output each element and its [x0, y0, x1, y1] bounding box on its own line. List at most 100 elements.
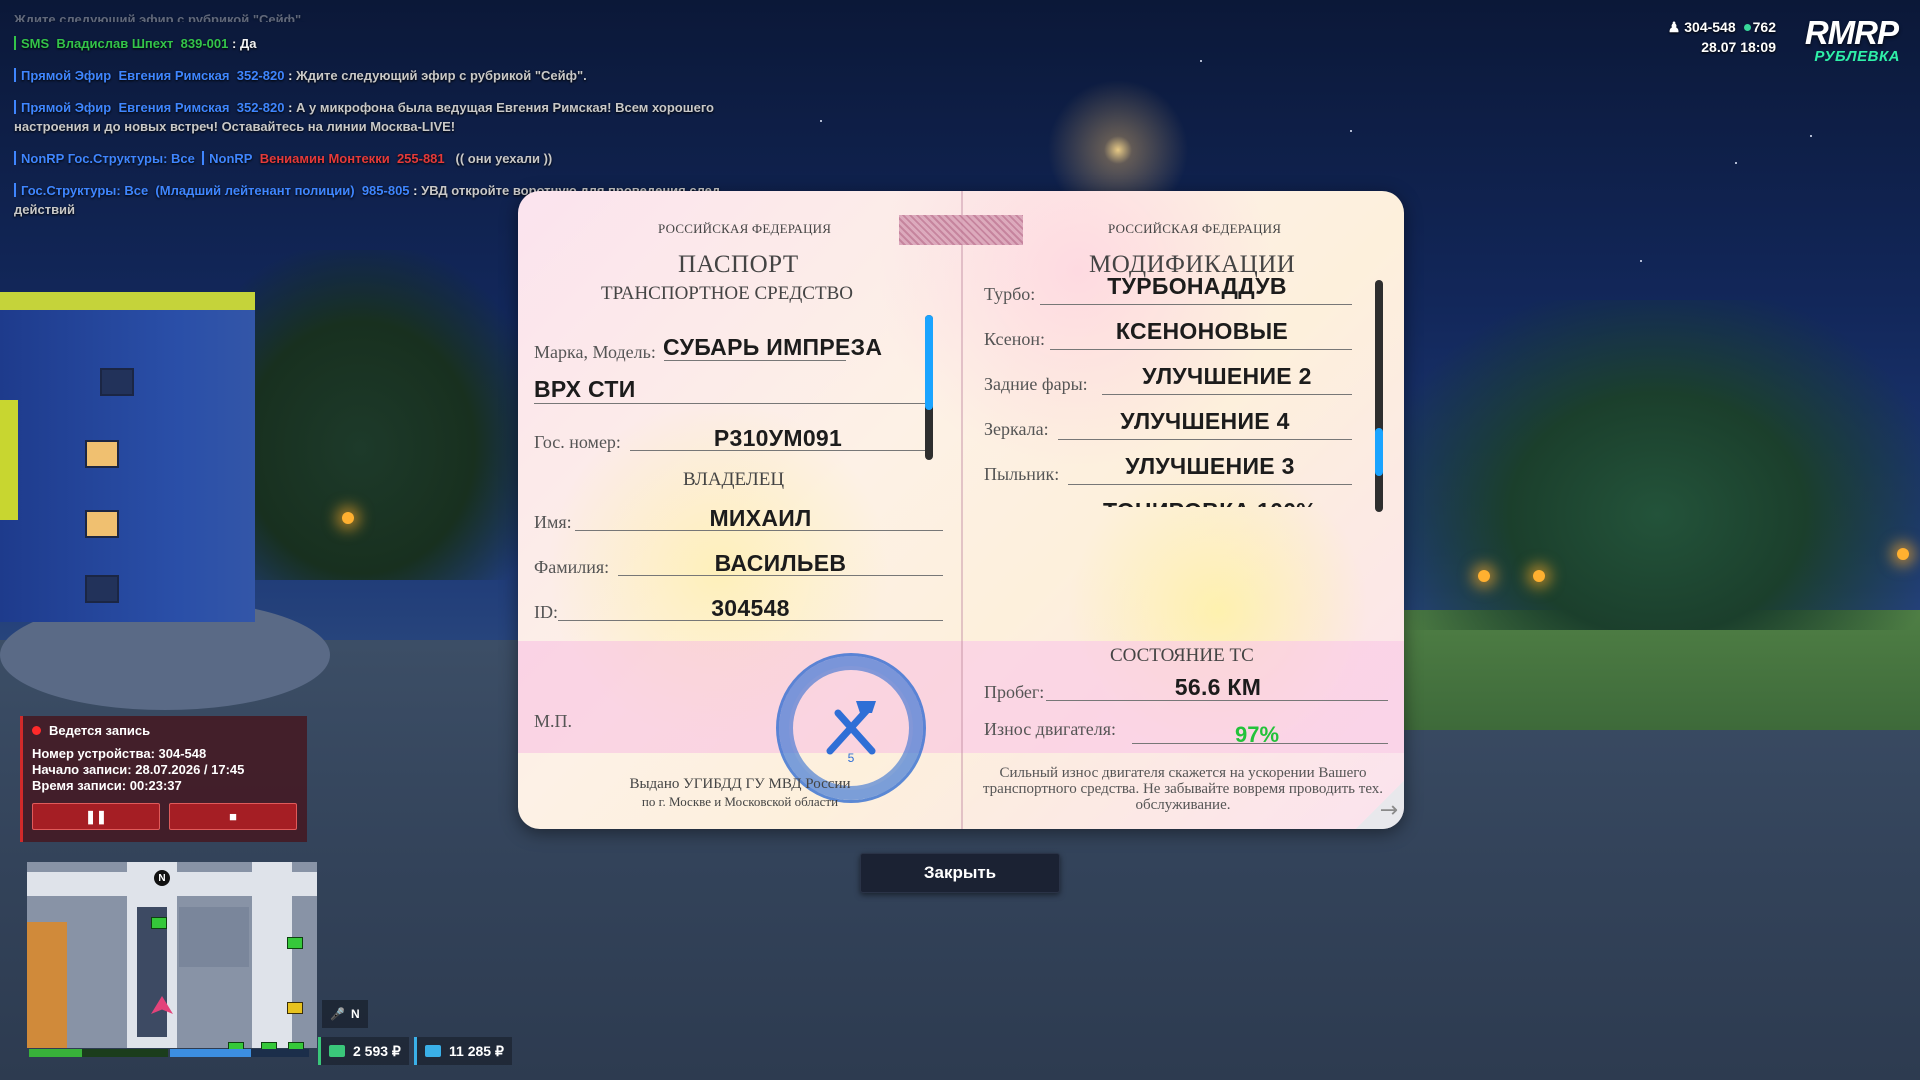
name-line: [575, 530, 943, 531]
microphone-icon: 🎤: [330, 1007, 345, 1021]
chat-number: 352-820: [236, 68, 285, 83]
recording-dot-icon: [32, 726, 41, 735]
mod-row: Т ТОНИРОВКА 100%: [984, 494, 1374, 507]
mod-label: Зеркала:: [984, 419, 1049, 439]
mod-label: Турбо:: [984, 284, 1036, 304]
right-scrollbar[interactable]: [1375, 280, 1383, 512]
mileage-line: [1046, 700, 1388, 701]
stamp-number: 5: [848, 751, 855, 763]
make-line: [664, 360, 846, 361]
chat-bar: [14, 100, 16, 114]
chat-line: Прямой Эфир Евгения Римская 352-820 : А …: [14, 100, 715, 134]
chat-line: Прямой Эфир Евгения Римская 352-820 : Жд…: [14, 66, 774, 85]
make-value: СУБАРЬ ИМПРЕЗА: [663, 334, 883, 360]
recording-time: Время записи: 00:23:37: [32, 778, 182, 793]
stop-button[interactable]: ■: [169, 803, 297, 830]
right-scrollbar-thumb[interactable]: [1375, 428, 1383, 476]
issued-by-region: по г. Москве и Московской области: [641, 794, 839, 809]
surname-value: ВАСИЛЬЕВ: [714, 550, 847, 576]
mod-value: ТУРБОНАДДУВ: [1107, 273, 1287, 299]
star: [1200, 60, 1202, 62]
mod-label: Задние фары:: [984, 374, 1088, 394]
pause-button[interactable]: ❚❚: [32, 803, 160, 830]
surname-line: [618, 575, 943, 576]
country-right: РОССИЙСКАЯ ФЕДЕРАЦИЯ: [1108, 221, 1282, 236]
chat-text: Ждите следующий эфир с рубрикой "Сейф".: [296, 68, 587, 83]
close-button[interactable]: Закрыть: [860, 853, 1060, 893]
mod-value: ТОНИРОВКА 100%: [1068, 498, 1352, 507]
mod-line: [1040, 304, 1352, 305]
armor-fill: [170, 1049, 251, 1057]
cash-amount: 2 593 ₽: [353, 1042, 401, 1059]
chat-channel: NonRP: [209, 151, 253, 166]
chat-line-cut: Ждите следующий эфир с рубрикой "Сейф".: [14, 10, 774, 22]
recording-start: Начало записи: 28.07.2026 / 17:45: [32, 762, 245, 777]
minimap-road: [252, 862, 292, 1048]
page-turn-corner[interactable]: →: [1356, 781, 1404, 829]
id-label: ID:: [534, 602, 558, 622]
mileage-label: Пробег:: [984, 682, 1045, 702]
building-window: [85, 575, 119, 603]
mp-label: М.П.: [534, 711, 573, 731]
mod-row: Ксенон: КСЕНОНОВЫЕ: [984, 314, 1374, 354]
wear-note: Сильный износ двигателя скажется на уско…: [982, 765, 1384, 813]
issued-by: Выдано УГИБДД ГУ МВД России: [629, 776, 851, 792]
make-label: Марка, Модель:: [534, 342, 656, 362]
minimap-block: [179, 907, 249, 967]
chat-name: Владислав Шпехт: [56, 36, 174, 51]
hud-ids: ♟ 304-548 762: [1668, 19, 1776, 36]
mod-value: УЛУЧШЕНИЕ 4: [1120, 408, 1290, 434]
arrow-right-icon: →: [1379, 798, 1398, 823]
state-title: СОСТОЯНИЕ ТС: [1110, 645, 1254, 666]
wallet-icon: [329, 1045, 345, 1057]
left-scrollbar-thumb[interactable]: [925, 315, 933, 410]
star: [1810, 135, 1812, 137]
chat-channel: Прямой Эфир: [21, 68, 112, 83]
player-id: 304-548: [1684, 19, 1736, 35]
plate-value: Р310УМ091: [713, 425, 843, 451]
chat-channel: SMS: [21, 36, 50, 51]
mod-label: Пыльник:: [984, 464, 1060, 484]
voice-indicator: 🎤 N: [322, 1000, 368, 1028]
star: [820, 120, 822, 122]
star: [1735, 162, 1737, 164]
mod-row: Зеркала: УЛУЧШЕНИЕ 4: [984, 404, 1374, 444]
mod-label: Ксенон:: [984, 329, 1046, 349]
star: [1350, 130, 1352, 132]
armor-bar: [170, 1049, 309, 1057]
status-bars: [29, 1049, 309, 1057]
chat-bar: [14, 183, 16, 197]
passport-ornament: [899, 215, 1023, 245]
chat-bar: [14, 151, 16, 165]
mod-line: [1068, 484, 1352, 485]
left-scrollbar[interactable]: [925, 315, 933, 460]
recording-title: Ведется запись: [49, 723, 151, 738]
minimap-north-icon: N: [154, 870, 170, 886]
recording-title-row: Ведется запись: [32, 723, 297, 738]
chat-line: SMS Владислав Шпехт 839-001 : Да: [14, 34, 774, 53]
mods-list[interactable]: Турбо: ТУРБОНАДДУВ Ксенон: КСЕНОНОВЫЕ За…: [984, 253, 1374, 507]
mod-row: Задние фары: УЛУЧШЕНИЕ 2: [984, 359, 1374, 399]
cash-display: 2 593 ₽: [318, 1037, 409, 1065]
chat-number: 255-881: [396, 151, 445, 166]
chat-text: Да: [239, 36, 257, 51]
minimap-business-icon: [151, 917, 167, 929]
street-lamp: [1897, 548, 1909, 560]
mod-row: Пыльник: УЛУЧШЕНИЕ 3: [984, 449, 1374, 489]
stop-icon: ■: [229, 809, 237, 824]
chat-number: 839-001: [180, 36, 229, 51]
mod-line: [1102, 394, 1352, 395]
building: [0, 292, 255, 622]
chat-channel: Прямой Эфир: [21, 100, 112, 115]
chat-number: 352-820: [236, 100, 285, 115]
passport-title: ПАСПОРТ: [678, 251, 799, 278]
bank-amount: 11 285 ₽: [449, 1042, 504, 1059]
chat-name: Евгения Римская: [118, 100, 230, 115]
chat-text: (( они уехали )): [455, 151, 553, 166]
minimap-business-icon: [287, 937, 303, 949]
stamp-tools-icon: 5: [826, 701, 876, 763]
bank-display: 11 285 ₽: [414, 1037, 512, 1065]
passport-subtitle: ТРАНСПОРТНОЕ СРЕДСТВО: [601, 283, 853, 304]
street-lamp: [1478, 570, 1490, 582]
hud-top-right: ♟ 304-548 762 28.07 18:09 RMRP РУБЛЕВКА: [1660, 0, 1920, 80]
